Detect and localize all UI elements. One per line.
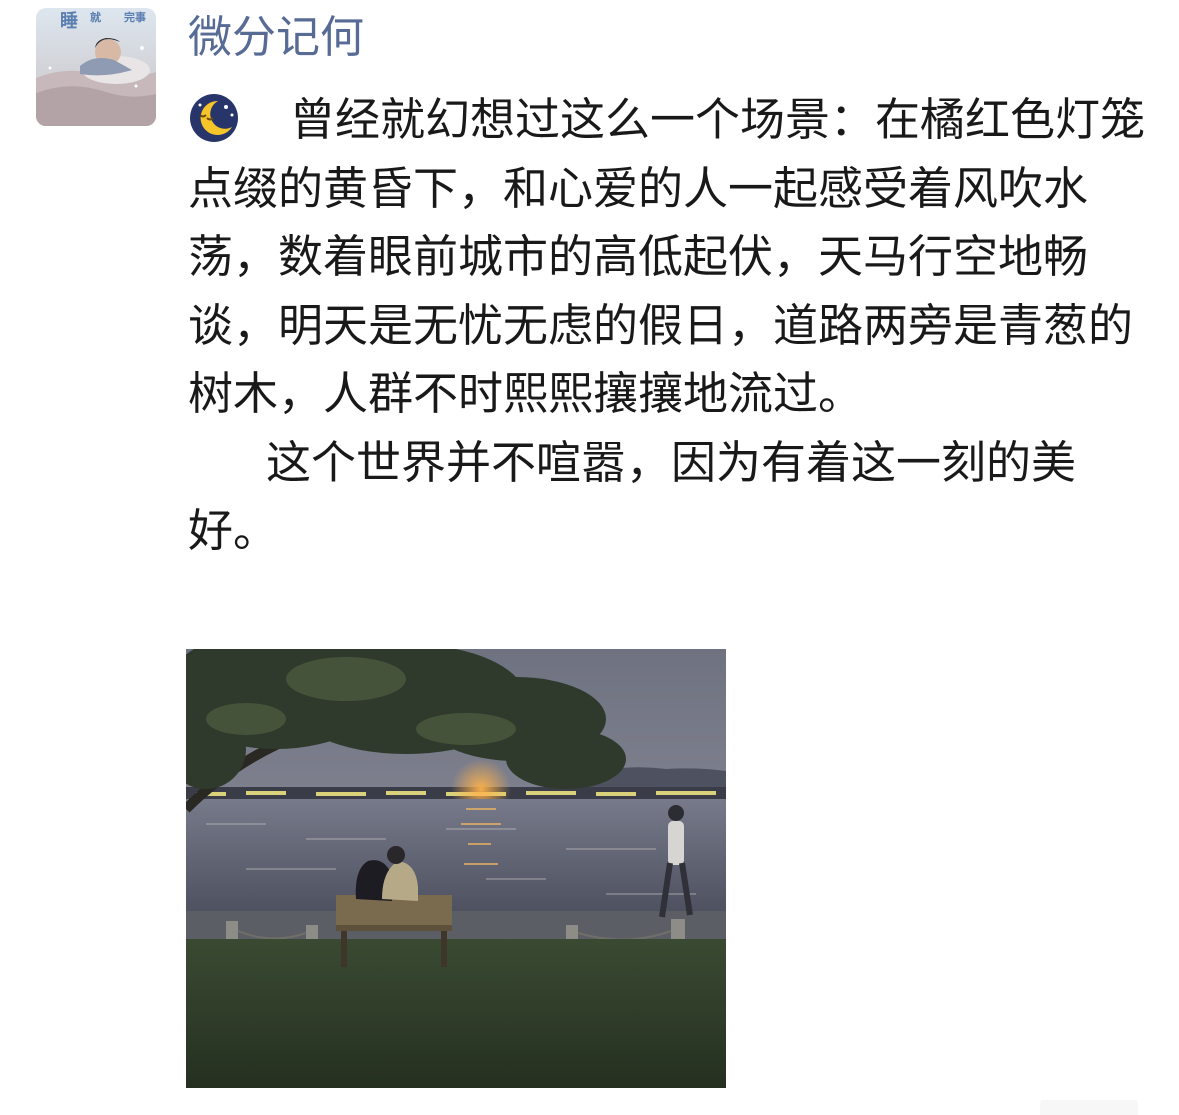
avatar-image: 睡 就 完事 [36,8,156,126]
paragraph-1-text: 曾经就幻想过这么一个场景：在橘红色灯笼点缀的黄昏下，和心爱的人一起感受着风吹水荡… [188,93,1146,420]
author-name[interactable]: 微分记何 [188,8,364,68]
avatar-text-mid: 就 [90,10,101,24]
post-photo-image [186,649,726,1088]
paragraph-2: 这个世界并不喧嚣，因为有着这一刻的美好。 [188,429,1153,566]
avatar-text-right: 完事 [124,10,146,24]
post-footer [0,1100,1179,1115]
avatar[interactable]: 睡 就 完事 [36,8,156,126]
crescent-moon-sleepy-face-icon [188,93,244,143]
more-actions-button[interactable] [1040,1100,1138,1115]
paragraph-2-text: 这个世界并不喧嚣，因为有着这一刻的美好。 [188,435,1077,558]
post-text: 曾经就幻想过这么一个场景：在橘红色灯笼点缀的黄昏下，和心爱的人一起感受着风吹水荡… [188,86,1153,566]
avatar-text-left: 睡 [60,11,78,32]
post-photo[interactable] [186,649,726,1088]
paragraph-1: 曾经就幻想过这么一个场景：在橘红色灯笼点缀的黄昏下，和心爱的人一起感受着风吹水荡… [188,86,1153,429]
